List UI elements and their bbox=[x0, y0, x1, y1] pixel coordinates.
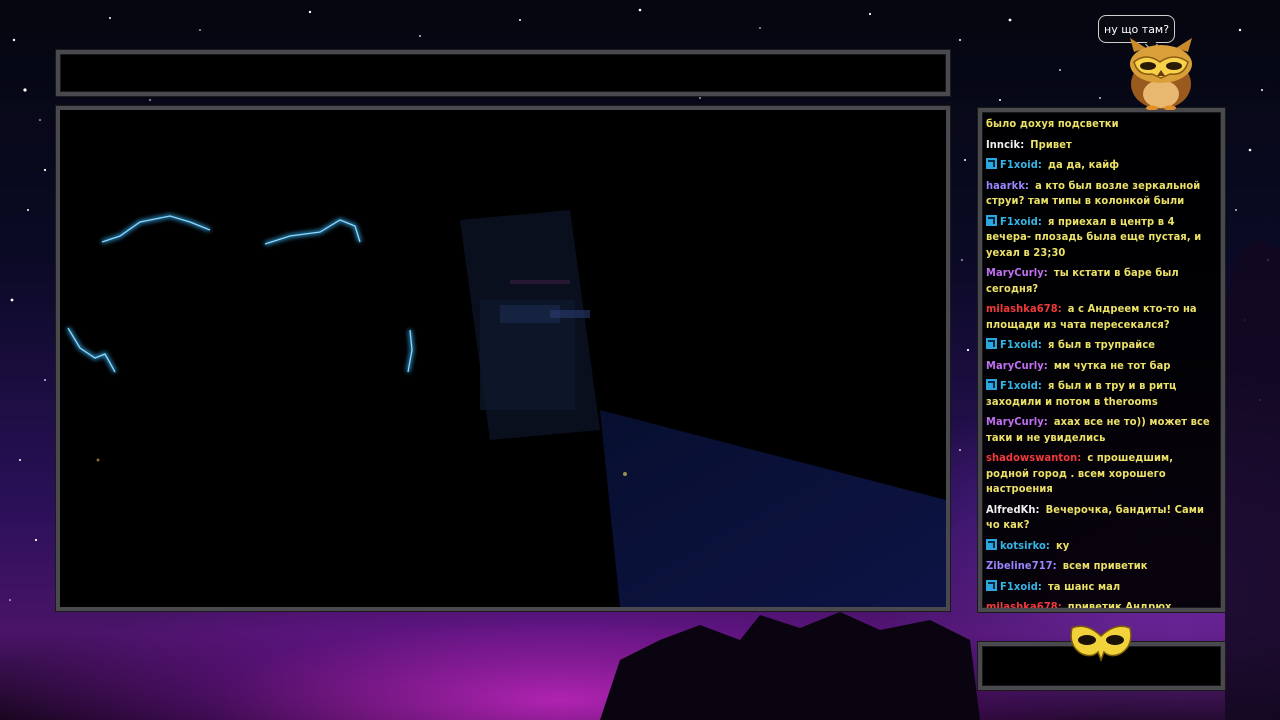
chat-message: milashka678: приветик Андрюх bbox=[986, 599, 1215, 612]
chat-message-text: да да, кайф bbox=[1047, 158, 1120, 171]
subscriber-badge-icon bbox=[986, 338, 997, 349]
stream-title-bar bbox=[56, 50, 950, 96]
chat-panel[interactable]: было дохуя подсветки Inncik: Привет F1xoid:… bbox=[978, 108, 1225, 612]
chat-username[interactable]: haarkk: bbox=[986, 179, 1029, 192]
chat-username[interactable]: F1xoid: bbox=[1000, 338, 1042, 351]
chat-username[interactable]: MaryCurly: bbox=[986, 266, 1048, 279]
subscriber-badge-icon bbox=[986, 379, 997, 390]
subscriber-badge-icon bbox=[986, 158, 997, 169]
chat-message-list: было дохуя подсветки Inncik: Привет F1xoid:… bbox=[986, 116, 1215, 612]
owl-icon bbox=[1130, 38, 1192, 110]
chat-message-text: всем приветик bbox=[1062, 559, 1148, 572]
chat-username[interactable]: MaryCurly: bbox=[986, 359, 1048, 372]
mascot-speech-text: ну що там? bbox=[1104, 23, 1170, 36]
chat-message: F1xoid: я был в трупрайсе bbox=[986, 337, 1215, 353]
chat-message: AlfredKh: Вечерочка, бандиты! Сами чо как… bbox=[986, 502, 1215, 533]
game-capture-view bbox=[56, 106, 950, 611]
chat-message: было дохуя подсветки bbox=[986, 116, 1215, 132]
chat-username[interactable]: F1xoid: bbox=[1000, 580, 1042, 593]
subscriber-badge-icon bbox=[986, 579, 997, 591]
chat-username[interactable]: milashka678: bbox=[986, 600, 1062, 608]
chat-username[interactable]: Inncik: bbox=[986, 138, 1024, 151]
chat-message-text: Привет bbox=[1030, 137, 1072, 151]
chat-username[interactable]: MaryCurly: bbox=[986, 415, 1048, 428]
chat-message-text: приветик Андрюх bbox=[1067, 600, 1172, 612]
chat-message-text: ку bbox=[1055, 538, 1070, 552]
owl-mask-icon bbox=[1070, 625, 1132, 662]
chat-username[interactable]: F1xoid: bbox=[1000, 215, 1042, 228]
chat-message: kotsirko: ку bbox=[986, 538, 1215, 554]
chat-username[interactable]: kotsirko: bbox=[1000, 539, 1050, 552]
chat-username[interactable]: milashka678: bbox=[986, 302, 1062, 315]
chat-username[interactable]: shadowswanton: bbox=[986, 451, 1081, 464]
chat-message: MaryCurly: ты кстати в баре был сегодня? bbox=[986, 265, 1215, 296]
chat-message: shadowswanton: с прошедшим, родной город … bbox=[986, 450, 1215, 497]
chat-username[interactable]: AlfredKh: bbox=[986, 503, 1040, 516]
chat-message-text: я был в трупрайсе bbox=[1047, 338, 1156, 351]
dark-room-scene bbox=[60, 110, 946, 607]
chat-message: MaryCurly: мм чутка не тот бар bbox=[986, 358, 1215, 374]
chat-message: F1xoid: я был и в тру и в ритц заходили и… bbox=[986, 378, 1215, 409]
chat-message-text: было дохуя подсветки bbox=[986, 117, 1119, 130]
chat-username[interactable]: F1xoid: bbox=[1000, 379, 1042, 392]
chat-message: MaryCurly: ахах все не то)) может все так… bbox=[986, 414, 1215, 445]
chat-message: Zibeline717: всем приветик bbox=[986, 558, 1215, 574]
subscriber-badge-icon bbox=[986, 214, 997, 226]
chat-message: Inncik: Привет bbox=[986, 137, 1215, 153]
chat-username[interactable]: Zibeline717: bbox=[986, 559, 1057, 572]
subscriber-badge-icon bbox=[986, 538, 997, 550]
chat-message-text: мм чутка не тот бар bbox=[1053, 358, 1171, 372]
chat-message: F1xoid: да да, кайф bbox=[986, 157, 1215, 173]
chat-message: F1xoid: я приехал в центр в 4 вечера- пло… bbox=[986, 214, 1215, 261]
chat-message: milashka678: а с Андреем кто-то на площад… bbox=[986, 301, 1215, 332]
chat-message-text: та шанс мал bbox=[1047, 579, 1121, 593]
chat-username[interactable]: F1xoid: bbox=[1000, 158, 1042, 171]
chat-message: haarkk: а кто был возле зеркальной струи?… bbox=[986, 178, 1215, 209]
chat-message: F1xoid: та шанс мал bbox=[986, 579, 1215, 595]
